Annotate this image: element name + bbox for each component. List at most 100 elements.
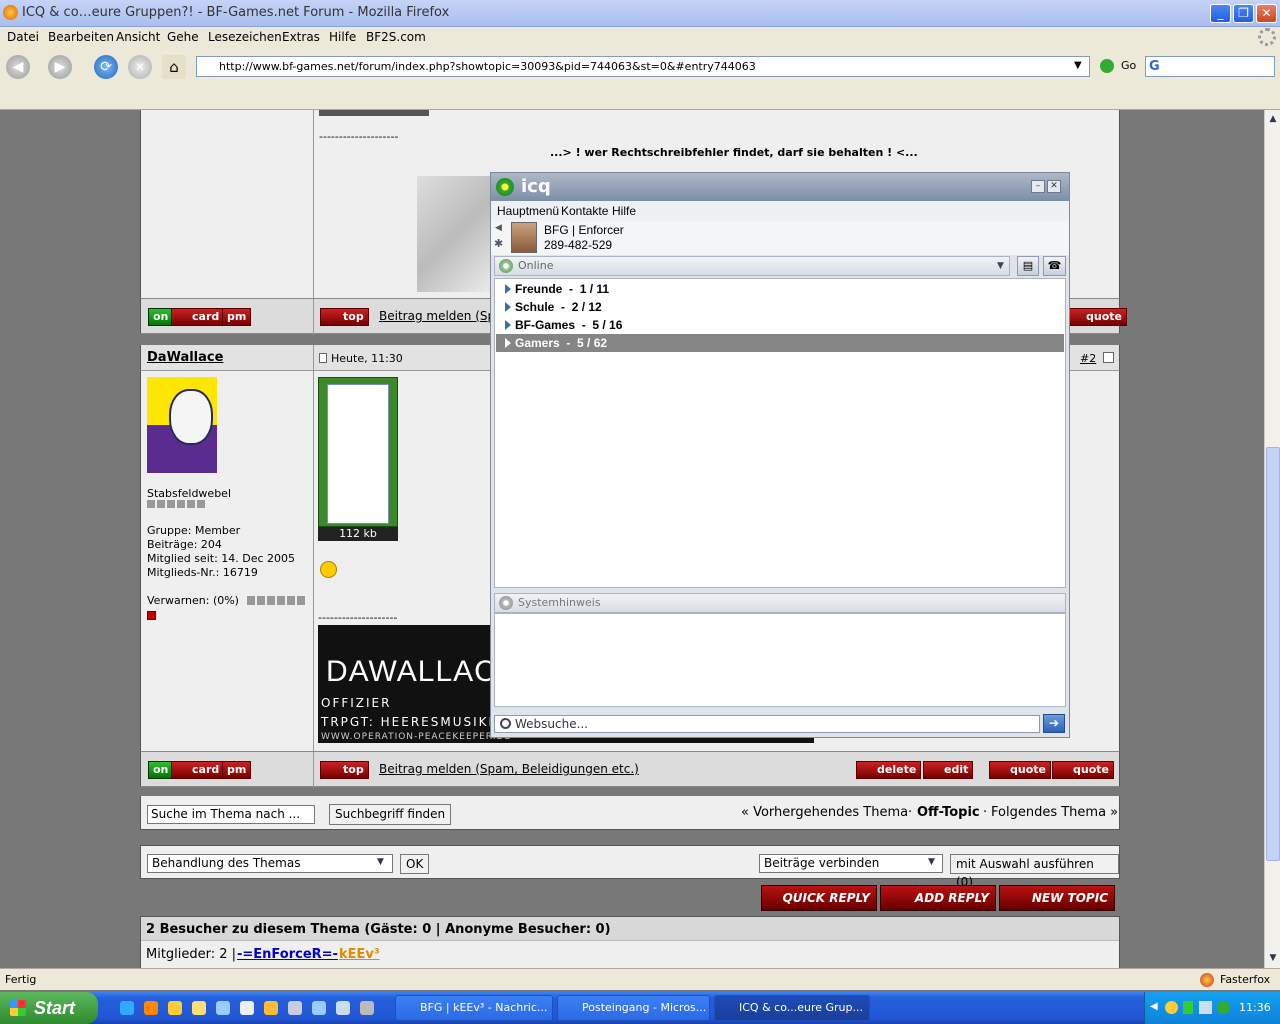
ok-button[interactable]: OK — [400, 854, 430, 874]
chip-icon[interactable] — [360, 1001, 374, 1015]
dropdown-arrow-icon[interactable]: ▼ — [1074, 60, 1082, 71]
top-button[interactable]: top — [320, 308, 369, 326]
add-quote-button[interactable]: quote — [989, 761, 1051, 779]
attachment-thumbnail[interactable] — [318, 377, 398, 527]
system-notice-header[interactable]: Systemhinweis — [494, 593, 1066, 613]
topic-search-input[interactable]: Suche im Thema nach ... — [147, 805, 315, 824]
task-firefox[interactable]: ICQ & co...eure Grup... — [714, 995, 870, 1021]
checkbox-icon[interactable] — [1103, 352, 1114, 363]
google-search-input[interactable]: G — [1145, 56, 1275, 77]
group-freunde[interactable]: Freunde - 1 / 11 — [496, 280, 1064, 298]
menu-hilfe[interactable]: Hilfe — [329, 30, 356, 44]
chevron-down-icon[interactable]: ▼ — [377, 857, 384, 867]
go-icon[interactable] — [1100, 59, 1114, 73]
post-action-select[interactable]: Beiträge verbinden — [759, 854, 943, 873]
task-outlook[interactable]: Posteingang - Micros... — [557, 995, 710, 1021]
chevron-down-icon[interactable]: ▼ — [928, 857, 935, 867]
warn-minus-icon[interactable] — [147, 611, 156, 620]
icq-menu-main[interactable]: Hauptmenü — [497, 204, 559, 218]
chevron-down-icon[interactable]: ▼ — [997, 257, 1004, 275]
delete-button[interactable]: delete — [856, 761, 922, 779]
tray-icon-3[interactable] — [1199, 1001, 1212, 1014]
author-name[interactable]: DaWallace — [147, 350, 223, 365]
media-icon[interactable] — [216, 1001, 230, 1015]
tool-icon[interactable] — [264, 1001, 278, 1015]
icq-close-button[interactable]: ✕ — [1047, 180, 1061, 193]
menu-ansicht[interactable]: Ansicht — [116, 30, 160, 44]
add-reply-button[interactable]: Add Reply — [880, 885, 996, 911]
pm-button[interactable]: pm — [222, 308, 252, 326]
fasterfox-label[interactable]: Fasterfox — [1220, 973, 1270, 986]
top-button[interactable]: top — [320, 761, 369, 779]
group-schule[interactable]: Schule - 2 / 12 — [496, 298, 1064, 316]
card-button[interactable]: card — [171, 308, 225, 326]
phone-button[interactable]: ☎ — [1043, 256, 1066, 276]
menu-bearbeiten[interactable]: Bearbeiten — [48, 30, 114, 44]
topic-search-button[interactable]: Suchbegriff finden — [329, 804, 452, 825]
app-icon[interactable] — [336, 1001, 350, 1015]
online-button[interactable]: on — [148, 761, 174, 779]
page-scrollbar[interactable]: ▲ ▼ — [1264, 110, 1280, 968]
play-icon[interactable] — [240, 1001, 254, 1015]
menu-bf2s[interactable]: BF2S.com — [366, 30, 426, 44]
go-button[interactable]: Go — [1121, 59, 1136, 72]
start-button[interactable]: Start — [0, 992, 98, 1024]
tray-icon-2[interactable] — [1183, 1001, 1193, 1014]
scroll-thumb[interactable] — [1266, 447, 1280, 861]
quote-button[interactable]: quote — [1067, 308, 1127, 326]
pm-button[interactable]: pm — [222, 761, 252, 779]
collapse-arrow-icon[interactable]: ◀ — [495, 223, 502, 233]
member-link-keev[interactable]: kEEv³ — [339, 947, 380, 962]
quote-button[interactable]: quote — [1052, 761, 1114, 779]
firefox-quicklaunch-icon[interactable] — [144, 1001, 158, 1015]
scroll-up-arrow-icon[interactable]: ▲ — [1266, 111, 1280, 127]
home-icon[interactable]: ⌂ — [162, 55, 186, 79]
reload-icon[interactable]: ⟳ — [94, 55, 118, 79]
forum-link[interactable]: Off-Topic — [917, 805, 980, 820]
web-search-input[interactable]: Websuche... — [494, 715, 1040, 733]
icq-minimize-button[interactable]: – — [1031, 180, 1045, 193]
close-button[interactable]: ✕ — [1256, 4, 1277, 23]
menu-extras[interactable]: Extras — [282, 30, 320, 44]
status-selector[interactable]: Online ▼ — [494, 256, 1010, 276]
menu-lesezeichen[interactable]: Lesezeichen — [208, 30, 282, 44]
minimize-button[interactable]: _ — [1210, 4, 1231, 23]
run-selection-button[interactable]: mit Auswahl ausführen (0) — [950, 854, 1119, 889]
task-messenger[interactable]: BFG | kEEv³ - Nachric... — [395, 995, 553, 1021]
card-button[interactable]: card — [171, 761, 225, 779]
post-number-link[interactable]: #2 — [1080, 352, 1096, 365]
url-input[interactable]: http://www.bf-games.net/forum/index.php?… — [196, 56, 1090, 77]
menu-gehe[interactable]: Gehe — [167, 30, 199, 44]
tray-icon-1[interactable] — [1165, 1001, 1178, 1014]
scroll-down-arrow-icon[interactable]: ▼ — [1266, 950, 1280, 966]
back-arrow-icon[interactable]: ◀ — [6, 55, 30, 79]
topic-action-select[interactable]: Behandlung des Themas — [147, 854, 393, 873]
member-link-enforcer[interactable]: -=EnForceR=- — [237, 947, 338, 962]
new-topic-button[interactable]: New Topic — [999, 885, 1115, 911]
icq-menu-help[interactable]: Hilfe — [612, 204, 636, 218]
ie-icon[interactable] — [120, 1001, 134, 1015]
user-status-icon[interactable]: ✱ — [494, 237, 503, 250]
fasterfox-icon[interactable] — [1200, 973, 1214, 987]
outlook-icon[interactable] — [168, 1001, 182, 1015]
quick-reply-button[interactable]: Quick Reply — [761, 885, 877, 911]
next-topic-link[interactable]: Folgendes Thema » — [991, 805, 1118, 820]
edit-button[interactable]: edit — [923, 761, 974, 779]
forward-arrow-icon[interactable]: ▶ — [48, 55, 72, 79]
stop-icon[interactable]: ✕ — [128, 55, 152, 79]
icq-menu-contacts[interactable]: Kontakte — [561, 204, 608, 218]
warn-level[interactable]: Verwarnen: (0%) — [147, 594, 239, 607]
web-search-go-button[interactable]: ➔ — [1043, 714, 1065, 733]
user-avatar[interactable] — [511, 222, 537, 253]
group-bf-games[interactable]: BF-Games - 5 / 16 — [496, 316, 1064, 334]
tray-icq-icon[interactable] — [1217, 1001, 1230, 1014]
search-quicklaunch-icon[interactable] — [312, 1001, 326, 1015]
menu-datei[interactable]: Datei — [7, 30, 39, 44]
tray-expand-icon[interactable]: ◀ — [1150, 1001, 1158, 1012]
group-gamers[interactable]: Gamers - 5 / 62 — [496, 334, 1064, 352]
explorer-icon[interactable] — [192, 1001, 206, 1015]
maximize-button[interactable]: ❐ — [1233, 4, 1254, 23]
report-link[interactable]: Beitrag melden (Spam, Beleidigungen etc.… — [379, 762, 639, 776]
prev-topic-link[interactable]: « Vorhergehendes Thema — [741, 805, 908, 820]
report-link[interactable]: Beitrag melden (Sp — [379, 309, 495, 323]
